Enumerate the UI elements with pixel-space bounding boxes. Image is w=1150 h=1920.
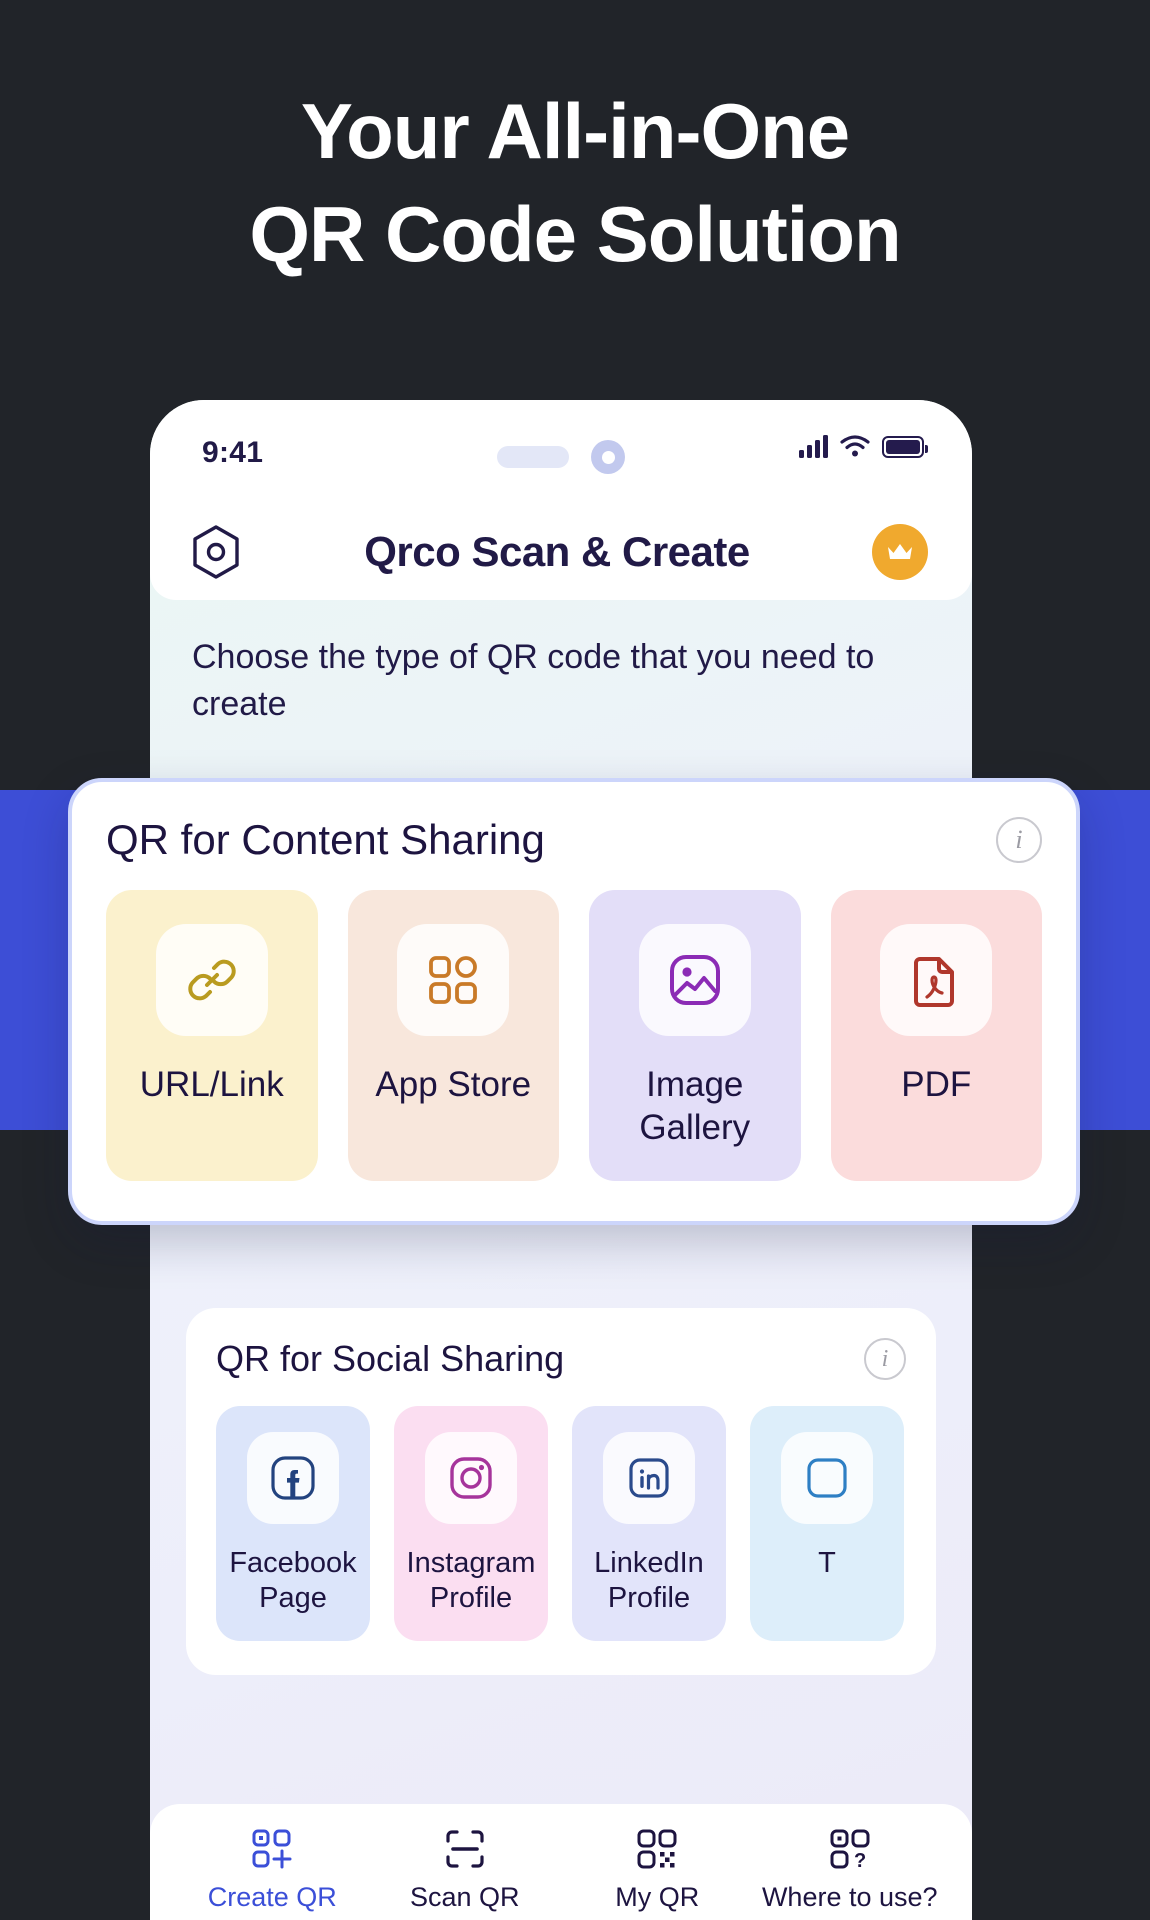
crown-icon: [888, 544, 912, 559]
qr-code-icon: [637, 1829, 677, 1869]
cellular-bars-icon: [799, 434, 828, 458]
nav-create-qr[interactable]: Create QR: [176, 1826, 369, 1920]
front-camera-icon: [591, 440, 625, 474]
facebook-icon: [271, 1456, 315, 1500]
tile-label: Image Gallery: [639, 1065, 751, 1147]
tile-facebook-page[interactable]: Facebook Page: [216, 1406, 370, 1641]
tile-label: T: [818, 1547, 836, 1579]
linkedin-icon: [629, 1458, 669, 1498]
island-pill: [497, 446, 569, 468]
tile-icon-wrapper: [638, 924, 751, 1036]
nav-my-qr[interactable]: My QR: [561, 1826, 754, 1920]
app-header: Qrco Scan & Create: [150, 504, 972, 600]
nav-icon-wrapper: [561, 1826, 754, 1872]
tile-pdf[interactable]: PDF: [830, 890, 1042, 1182]
info-icon[interactable]: i: [996, 817, 1042, 863]
social-sharing-card: QR for Social Sharing i Facebook Page In…: [186, 1308, 936, 1675]
nav-icon-wrapper: ?: [754, 1826, 947, 1872]
battery-full-icon: [882, 436, 928, 458]
tile-twitter-profile[interactable]: T: [750, 1406, 904, 1641]
image-icon: [669, 955, 720, 1005]
link-icon: [188, 959, 236, 1001]
content-sharing-card: QR for Content Sharing i URL/Link App St…: [68, 778, 1080, 1226]
bottom-navigation: Create QR Scan QR My QR ? Where to use?: [150, 1804, 972, 1920]
page-title: Your All-in-One QR Code Solution: [0, 80, 1150, 286]
tile-icon-wrapper: [397, 924, 510, 1036]
tile-image-gallery[interactable]: Image Gallery: [589, 890, 801, 1182]
tile-icon-wrapper: [155, 924, 268, 1036]
status-time: 9:41: [202, 436, 264, 469]
info-icon[interactable]: i: [864, 1338, 906, 1380]
status-indicators: [799, 434, 928, 458]
nav-where-to-use[interactable]: ? Where to use?: [754, 1826, 947, 1920]
tile-icon-wrapper: [425, 1432, 517, 1524]
social-sharing-header: QR for Social Sharing i: [216, 1338, 906, 1380]
content-sharing-title: QR for Content Sharing: [106, 816, 545, 863]
hexagon-logo-icon[interactable]: [190, 524, 242, 580]
tile-icon-wrapper: [880, 924, 993, 1036]
twitter-icon: [807, 1458, 847, 1498]
nav-label: My QR: [615, 1882, 700, 1912]
nav-label: Create QR: [207, 1882, 337, 1912]
content-tile-row: URL/Link App Store Image Gallery PDF: [106, 890, 1042, 1182]
nav-icon-wrapper: [369, 1826, 562, 1872]
tile-url-link[interactable]: URL/Link: [106, 890, 318, 1182]
instagram-icon: [450, 1457, 492, 1499]
tile-icon-wrapper: [603, 1432, 695, 1524]
tile-instagram-profile[interactable]: Instagram Profile: [394, 1406, 548, 1641]
tile-app-store[interactable]: App Store: [347, 890, 559, 1182]
premium-crown-button[interactable]: [872, 524, 928, 580]
pdf-file-icon: [914, 957, 955, 1007]
tile-label: Facebook Page: [229, 1547, 357, 1615]
wifi-icon: [840, 435, 870, 457]
app-title: Qrco Scan & Create: [364, 528, 750, 575]
headline-line-2: QR Code Solution: [249, 189, 901, 278]
tile-icon-wrapper: [247, 1432, 339, 1524]
tile-label: Instagram Profile: [406, 1547, 536, 1615]
tile-label: PDF: [901, 1065, 972, 1104]
tile-label: App Store: [375, 1065, 532, 1104]
dynamic-island: [497, 440, 625, 474]
qr-scan-icon: [446, 1830, 484, 1868]
nav-label: Scan QR: [409, 1882, 520, 1912]
tile-linkedin-profile[interactable]: LinkedIn Profile: [572, 1406, 726, 1641]
section-subtitle: Choose the type of QR code that you need…: [192, 638, 875, 723]
svg-text:?: ?: [854, 1850, 866, 1870]
headline-line-1: Your All-in-One: [300, 87, 850, 175]
qr-plus-icon: [252, 1829, 292, 1869]
tile-icon-wrapper: [781, 1432, 873, 1524]
content-sharing-header: QR for Content Sharing i: [106, 816, 1042, 864]
nav-label: Where to use?: [761, 1882, 938, 1912]
tile-label: URL/Link: [139, 1065, 284, 1104]
social-tile-row: Facebook Page Instagram Profile LinkedIn…: [216, 1406, 936, 1641]
social-sharing-title: QR for Social Sharing: [216, 1338, 565, 1379]
qr-question-icon: ?: [830, 1829, 870, 1870]
nav-scan-qr[interactable]: Scan QR: [369, 1826, 562, 1920]
nav-icon-wrapper: [176, 1826, 369, 1872]
status-bar: 9:41: [150, 400, 972, 504]
tile-label: LinkedIn Profile: [594, 1547, 704, 1615]
grid-apps-icon: [429, 956, 478, 1004]
